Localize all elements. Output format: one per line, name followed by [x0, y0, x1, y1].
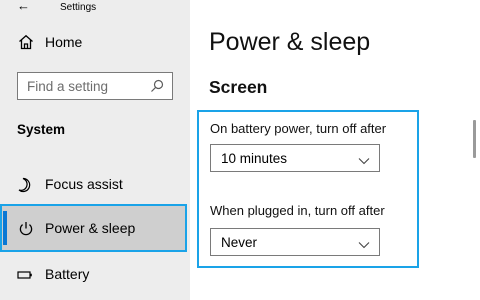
search-icon[interactable] [150, 79, 164, 93]
battery-timeout-dropdown[interactable]: 10 minutes [210, 144, 380, 172]
moon-icon [17, 177, 33, 193]
sidebar-item-label: Home [45, 34, 83, 50]
sidebar-item-home[interactable]: Home [0, 28, 190, 56]
dropdown-value: 10 minutes [221, 151, 288, 166]
power-icon [18, 221, 34, 237]
dropdown-value: Never [221, 235, 258, 250]
sidebar-item-label: Focus assist [45, 176, 123, 192]
selection-indicator [3, 211, 7, 245]
sidebar-item-label: Battery [45, 266, 90, 282]
sidebar: ← Settings Home System [0, 0, 190, 300]
chevron-down-icon [358, 237, 370, 249]
sidebar-item-focus-assist[interactable]: Focus assist [0, 167, 190, 201]
battery-icon [17, 267, 33, 283]
scrollbar-thumb[interactable] [473, 120, 476, 158]
battery-timeout-label: On battery power, turn off after [210, 121, 387, 136]
plugged-timeout-dropdown[interactable]: Never [210, 228, 380, 256]
title-bar: ← Settings [0, 0, 190, 16]
sidebar-item-label: Power & sleep [45, 220, 136, 236]
app-title: Settings [60, 2, 97, 13]
section-label: System [17, 122, 66, 137]
settings-window: ← Settings Home System [0, 0, 480, 300]
back-button[interactable]: ← [17, 0, 30, 12]
search-input[interactable] [18, 73, 155, 99]
main-content: Power & sleep Screen On battery power, t… [190, 0, 480, 300]
sidebar-item-battery[interactable]: Battery [0, 257, 190, 291]
sidebar-item-power-sleep[interactable]: Power & sleep [0, 204, 187, 252]
search-box [17, 72, 173, 100]
section-heading-screen: Screen [209, 77, 268, 97]
plugged-timeout-label: When plugged in, turn off after [210, 203, 385, 218]
page-title: Power & sleep [209, 28, 371, 56]
chevron-down-icon [358, 153, 370, 165]
home-icon [18, 34, 34, 50]
